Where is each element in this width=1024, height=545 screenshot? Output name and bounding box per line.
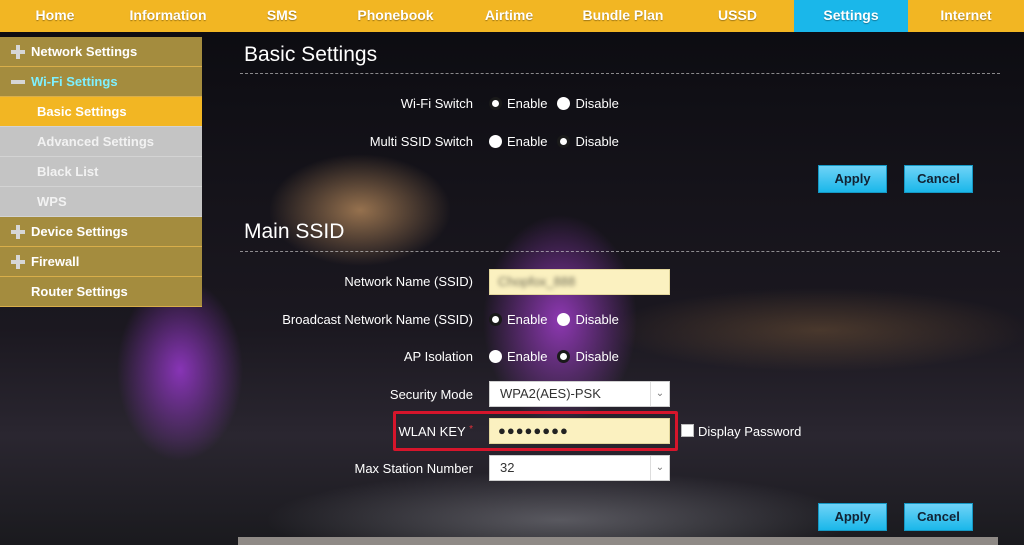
tab-home[interactable]: Home [0, 0, 110, 32]
radio-label: Disable [575, 312, 619, 327]
sidebar-item-label: Advanced Settings [37, 134, 155, 149]
ap-isolation-enable-radio[interactable] [489, 350, 502, 363]
sidebar-item-label: WPS [37, 194, 67, 209]
max-station-select[interactable]: 32 ⌄ [489, 455, 670, 481]
plus-icon [11, 255, 25, 269]
tab-bundle-plan[interactable]: Bundle Plan [565, 0, 681, 32]
sidebar-item-label: Wi-Fi Settings [31, 74, 118, 89]
sidebar-item-label: Basic Settings [37, 104, 127, 119]
top-navigation: Home Information SMS Phonebook Airtime B… [0, 0, 1024, 32]
plus-icon [11, 45, 25, 59]
radio-label: Enable [507, 312, 548, 327]
sidebar-item-label: Network Settings [31, 44, 138, 59]
wlan-key-input[interactable]: ●●●●●●●● [489, 418, 670, 444]
sidebar-item-label: Router Settings [31, 284, 128, 299]
divider [240, 73, 1000, 74]
network-name-label: Network Name (SSID) [344, 274, 473, 289]
sidebar-item-wifi-settings[interactable]: Wi-Fi Settings [0, 67, 202, 97]
max-station-label: Max Station Number [354, 461, 474, 476]
wifi-switch-disable-radio[interactable] [557, 97, 571, 110]
radio-label: Disable [575, 349, 619, 364]
multi-ssid-radio-group: Enable Disable [489, 134, 629, 149]
sidebar-item-black-list[interactable]: Black List [0, 157, 202, 187]
sidebar-item-label: Black List [37, 164, 99, 179]
display-password-label: Display Password [698, 424, 802, 439]
security-mode-select[interactable]: WPA2(AES)-PSK ⌄ [489, 381, 670, 407]
sidebar-item-basic-settings[interactable]: Basic Settings [0, 97, 202, 127]
sidebar-item-router-settings[interactable]: Router Settings [0, 277, 202, 307]
bottom-border [238, 537, 998, 545]
display-password-checkbox[interactable] [681, 424, 694, 437]
radio-label: Disable [575, 96, 619, 111]
broadcast-disable-radio[interactable] [557, 313, 571, 326]
tab-ussd[interactable]: USSD [681, 0, 794, 32]
max-station-value: 32 [500, 460, 515, 475]
wifi-switch-radio-group: Enable Disable [489, 96, 629, 111]
multi-ssid-enable-radio[interactable] [489, 135, 502, 148]
security-mode-label: Security Mode [389, 387, 473, 402]
wlan-key-label-text: WLAN KEY [398, 424, 466, 439]
wlan-key-value: ●●●●●●●● [498, 423, 569, 438]
tab-phonebook[interactable]: Phonebook [338, 0, 453, 32]
network-name-input[interactable]: Chopfox_888 [489, 269, 670, 295]
security-mode-value: WPA2(AES)-PSK [500, 386, 601, 401]
network-name-value: Chopfox_888 [498, 274, 576, 289]
ap-isolation-label: AP Isolation [403, 349, 473, 364]
sidebar: Network Settings Wi-Fi Settings Basic Se… [0, 37, 202, 307]
radio-label: Enable [507, 134, 548, 149]
wifi-switch-label: Wi-Fi Switch [400, 96, 473, 111]
ap-isolation-radio-group: Enable Disable [489, 349, 629, 364]
tab-airtime[interactable]: Airtime [453, 0, 565, 32]
sidebar-item-firewall[interactable]: Firewall [0, 247, 202, 277]
broadcast-enable-radio[interactable] [489, 313, 502, 326]
basic-settings-title: Basic Settings [244, 43, 378, 66]
tab-internet[interactable]: Internet [908, 0, 1024, 32]
plus-icon [11, 225, 25, 239]
wifi-switch-enable-radio[interactable] [489, 97, 502, 110]
sidebar-item-label: Device Settings [31, 224, 128, 239]
sidebar-item-device-settings[interactable]: Device Settings [0, 217, 202, 247]
required-mark: * [469, 424, 473, 435]
main-ssid-apply-button[interactable]: Apply [818, 503, 887, 531]
sidebar-item-advanced-settings[interactable]: Advanced Settings [0, 127, 202, 157]
multi-ssid-disable-radio[interactable] [557, 135, 571, 148]
chevron-down-icon: ⌄ [650, 382, 669, 406]
basic-apply-button[interactable]: Apply [818, 165, 887, 193]
tab-settings[interactable]: Settings [794, 0, 908, 32]
sidebar-item-network-settings[interactable]: Network Settings [0, 37, 202, 67]
radio-label: Enable [507, 96, 548, 111]
chevron-down-icon: ⌄ [650, 456, 669, 480]
wlan-key-label: WLAN KEY * [243, 424, 473, 439]
tab-information[interactable]: Information [110, 0, 226, 32]
sidebar-item-label: Firewall [31, 254, 80, 269]
radio-label: Disable [575, 134, 619, 149]
main-ssid-cancel-button[interactable]: Cancel [904, 503, 973, 531]
main-ssid-title: Main SSID [244, 220, 345, 243]
minus-icon [11, 75, 25, 89]
broadcast-ssid-label: Broadcast Network Name (SSID) [282, 312, 473, 327]
tab-sms[interactable]: SMS [226, 0, 338, 32]
multi-ssid-switch-label: Multi SSID Switch [369, 134, 473, 149]
sidebar-item-wps[interactable]: WPS [0, 187, 202, 217]
ap-isolation-disable-radio[interactable] [557, 350, 571, 363]
divider [240, 251, 1000, 252]
broadcast-radio-group: Enable Disable [489, 312, 629, 327]
basic-cancel-button[interactable]: Cancel [904, 165, 973, 193]
radio-label: Enable [507, 349, 548, 364]
